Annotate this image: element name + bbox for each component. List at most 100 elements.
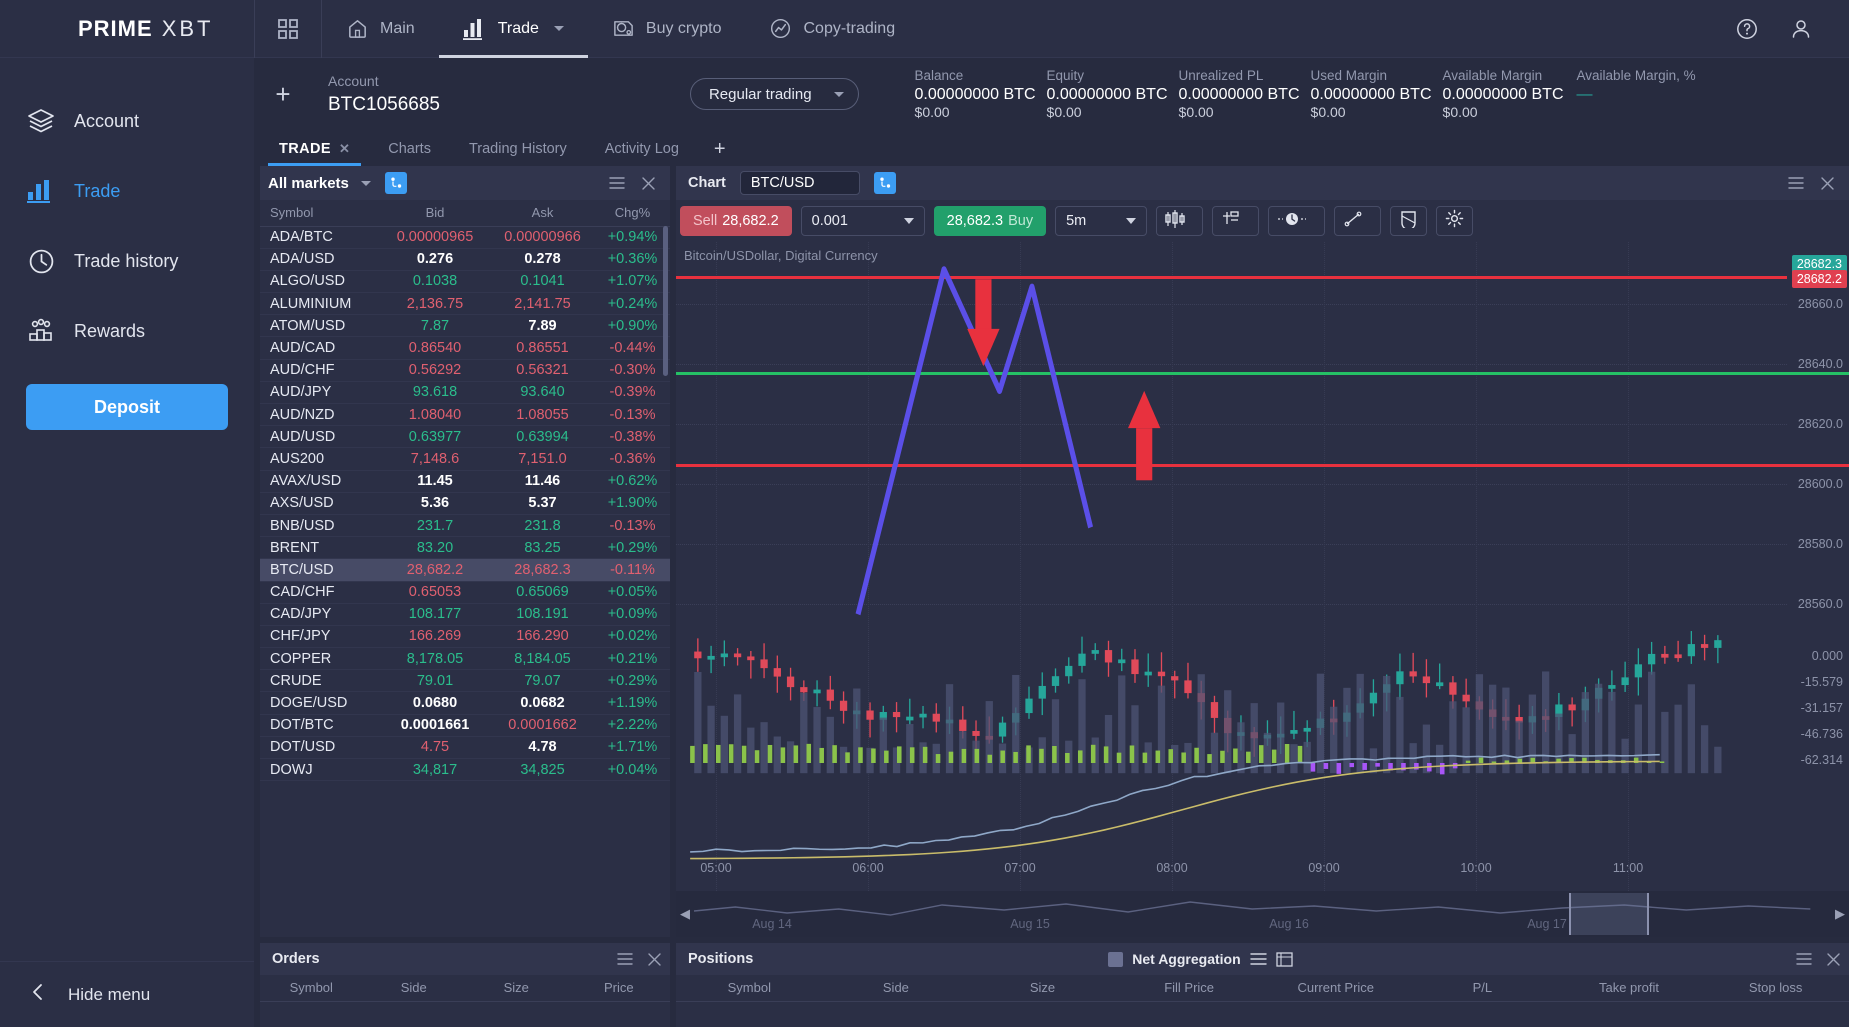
table-row[interactable]: BRENT 83.20 83.25 +0.29% [260,537,670,559]
chart-settings-button[interactable] [1436,206,1474,236]
col-symbol[interactable]: Symbol [260,200,380,227]
hide-menu-button[interactable]: Hide menu [0,961,254,1027]
markets-link-icon[interactable] [384,172,407,194]
positions-col-side[interactable]: Side [822,975,970,1002]
chart-menu-icon[interactable] [1788,176,1804,190]
chart-type-button[interactable] [1156,206,1204,236]
table-row[interactable]: CHF/JPY 166.269 166.290 +0.02% [260,625,670,648]
chart-link-icon[interactable] [873,172,896,194]
table-row[interactable]: AUD/JPY 93.618 93.640 -0.39% [260,381,670,404]
table-row[interactable]: AVAX/USD 11.45 11.46 +0.62% [260,470,670,493]
chart-symbol-input[interactable]: BTC/USD [739,171,860,195]
col-chg[interactable]: Chg% [595,200,670,227]
tab-activity-log[interactable]: Activity Log [586,132,698,166]
table-row[interactable]: ALUMINIUM 2,136.75 2,141.75 +0.24% [260,293,670,315]
table-row[interactable]: BNB/USD 231.7 231.8 -0.13% [260,514,670,537]
market-chg: -0.44% [609,340,656,357]
positions-close-icon[interactable] [1826,952,1841,967]
trading-mode-select[interactable]: Regular trading [689,78,859,110]
table-row[interactable]: AUD/NZD 1.08040 1.08055 -0.13% [260,404,670,426]
market-ask: 7.89 [528,317,557,334]
drawing-tools-button[interactable] [1334,206,1382,236]
positions-col-pl[interactable]: P/L [1409,975,1556,1002]
close-icon[interactable]: ✕ [339,141,350,157]
positions-col-size[interactable]: Size [969,975,1116,1002]
tab-trading-history[interactable]: Trading History [450,132,586,166]
sidebar-item-trade-history[interactable]: Trade history [0,226,254,296]
table-row[interactable]: AXS/USD 5.36 5.37 +1.90% [260,492,670,515]
table-row[interactable]: DOT/USD 4.75 4.78 +1.71% [260,736,670,759]
user-icon[interactable] [1789,17,1813,41]
table-row[interactable]: AUS200 7,148.6 7,151.0 -0.36% [260,448,670,471]
quantity-select[interactable]: 0.001 [800,206,925,236]
table-row[interactable]: ALGO/USD 0.1038 0.1041 +1.07% [260,270,670,293]
orders-close-icon[interactable] [647,952,662,967]
chart-close-icon[interactable] [1820,176,1835,191]
nav-item-copy-trading[interactable]: Copy-trading [745,0,919,58]
net-aggregation-checkbox[interactable] [1108,951,1124,967]
markets-menu-icon[interactable] [609,176,625,190]
orders-col-symbol[interactable]: Symbol [260,975,363,1002]
table-row[interactable]: DOWJ 34,817 34,825 +0.04% [260,759,670,781]
orders-col-side[interactable]: Side [362,975,465,1002]
add-account-button[interactable]: + [254,79,312,110]
col-ask[interactable]: Ask [490,200,595,227]
nav-item-main[interactable]: Main [322,0,439,58]
positions-menu-icon[interactable] [1796,952,1812,966]
markets-scrollbar[interactable] [663,226,668,376]
orders-menu-icon[interactable] [617,952,633,966]
markets-close-icon[interactable] [641,176,656,191]
table-row[interactable]: AUD/CHF 0.56292 0.56321 -0.30% [260,359,670,382]
deposit-button[interactable]: Deposit [26,384,228,430]
orders-col-size[interactable]: Size [465,975,568,1002]
magnet-button[interactable] [1390,206,1428,236]
table-row[interactable]: AUD/USD 0.63977 0.63994 -0.38% [260,426,670,448]
table-row[interactable]: COPPER 8,178.05 8,184.05 +0.21% [260,648,670,670]
table-row[interactable]: ATOM/USD 7.87 7.89 +0.90% [260,315,670,337]
tab-charts[interactable]: Charts [369,132,450,166]
market-ask: 0.0001662 [508,717,577,734]
sidebar-item-account[interactable]: Account [0,86,254,156]
nav-item-buy-crypto[interactable]: Buy crypto [588,0,746,58]
sell-button[interactable]: Sell 28,682.2 [680,206,792,236]
table-row[interactable]: CRUDE 79.01 79.07 +0.29% [260,670,670,692]
table-row[interactable]: ADA/BTC 0.00000965 0.00000966 +0.94% [260,226,670,249]
positions-col-current-price[interactable]: Current Price [1262,975,1410,1002]
nav-item-copy-trading-label: Copy-trading [803,19,896,37]
positions-export-icon[interactable] [1275,951,1293,967]
table-row[interactable]: CAD/JPY 108.177 108.191 +0.09% [260,603,670,626]
markets-filter-dropdown[interactable]: All markets [268,175,371,192]
sidebar-item-rewards[interactable]: Rewards [0,296,254,366]
top-navigation-bar: PRIME XBT Main Trade Buy crypto Copy-tra… [0,0,1849,58]
table-row[interactable]: ADA/USD 0.276 0.278 +0.36% [260,248,670,271]
indicators-button[interactable] [1212,206,1260,236]
price-axis[interactable]: 28682.3 28682.2 28660.0 28640.0 28620.0 … [1787,242,1849,937]
orders-col-price[interactable]: Price [567,975,670,1002]
table-row[interactable]: DOGE/USD 0.0680 0.0682 +1.19% [260,692,670,715]
net-aggregation-toggle[interactable]: Net Aggregation [1108,951,1293,967]
table-row[interactable]: AUD/CAD 0.86540 0.86551 -0.44% [260,337,670,360]
help-icon[interactable] [1735,17,1759,41]
positions-col-fill-price[interactable]: Fill Price [1115,975,1263,1002]
timeframe-clock-button[interactable] [1268,206,1326,236]
positions-col-take-profit[interactable]: Take profit [1555,975,1703,1002]
tab-trade[interactable]: TRADE ✕ [260,132,369,166]
add-tab-button[interactable]: + [698,132,742,166]
buy-button[interactable]: 28,682.3 Buy [933,206,1047,236]
col-bid[interactable]: Bid [380,200,490,227]
timeframe-select[interactable]: 5m [1055,206,1148,236]
chart-canvas[interactable]: Bitcoin/USDollar, Digital Currency 28682… [676,242,1849,937]
sidebar-item-trade[interactable]: Trade [0,156,254,226]
positions-col-stop-loss[interactable]: Stop loss [1702,975,1849,1002]
markets-table-body[interactable]: Symbol Bid Ask Chg% ADA/BTC 0.00000965 0.0… [260,200,670,937]
brand-logo[interactable]: PRIME XBT [0,16,254,42]
positions-list-icon[interactable] [1249,952,1267,966]
net-aggregation-label: Net Aggregation [1132,951,1241,967]
nav-item-apps[interactable] [255,0,321,58]
positions-col-symbol[interactable]: Symbol [676,975,823,1002]
table-row[interactable]: CAD/CHF 0.65053 0.65069 +0.05% [260,581,670,604]
sidebar-item-rewards-label: Rewards [74,320,146,341]
table-row[interactable]: DOT/BTC 0.0001661 0.0001662 +2.22% [260,714,670,737]
nav-item-trade[interactable]: Trade [438,0,589,58]
table-row[interactable]: BTC/USD 28,682.2 28,682.3 -0.11% [260,558,670,581]
